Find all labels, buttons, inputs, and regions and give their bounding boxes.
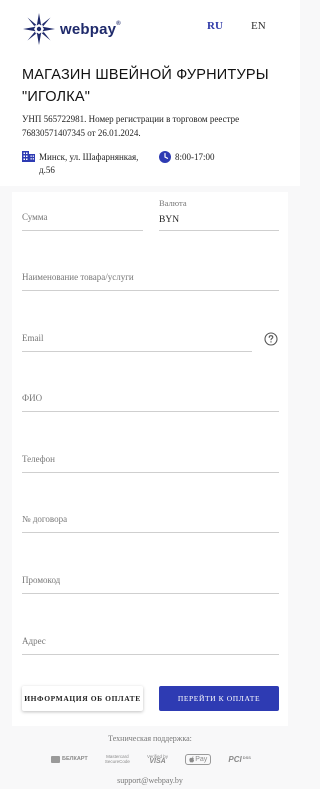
language-en-link[interactable]: EN [251,20,266,32]
currency-select[interactable]: BYN [159,215,179,225]
email-placeholder: Email [22,333,44,343]
verified-by-visa-badge: Verified by VISA [147,754,168,765]
contract-field[interactable]: № договора [22,508,279,533]
amount-underline [22,230,143,231]
address-field[interactable]: Адрес [22,630,279,655]
logo-text: webpay® [60,20,121,38]
pci-text: PCI [228,754,242,764]
belkart-badge: БЕЛКАРТ [51,755,88,763]
working-hours: 8:00-17:00 [159,151,215,163]
fio-placeholder: ФИО [22,393,43,403]
go-to-payment-button[interactable]: ПЕРЕЙТИ К ОПЛАТЕ [159,686,279,711]
hours-text: 8:00-17:00 [175,152,215,162]
contract-placeholder: № договора [22,514,68,524]
merchant-info: МАГАЗИН ШВЕЙНОЙ ФУРНИТУРЫ "ИГОЛКА" УНП 5… [0,56,300,186]
payment-form: Сумма Валюта BYN Наименование товара/усл… [12,192,288,726]
promo-underline [22,593,279,594]
product-underline [22,290,279,291]
promo-field[interactable]: Промокод [22,569,279,594]
address-underline [22,654,279,655]
clock-icon [159,151,171,163]
webpay-star-logo-icon [23,13,55,45]
building-icon [22,151,35,162]
currency-label: Валюта [159,198,187,208]
visa-line2: VISA [149,758,166,765]
product-field[interactable]: Наименование товара/услуги [22,266,279,291]
address-placeholder: Адрес [22,636,46,646]
apple-pay-text: Pay [195,755,208,763]
contract-underline [22,532,279,533]
email-field[interactable]: Email [22,327,252,352]
currency-underline [159,230,279,231]
phone-field[interactable]: Телефон [22,448,279,473]
address-text: Минск, ул. Шафарнянкая, д.56 [39,152,139,175]
mastercard-line2: SecureCode [104,759,130,764]
product-placeholder: Наименование товара/услуги [22,272,134,282]
payment-info-button[interactable]: ИНФОРМАЦИЯ ОБ ОПЛАТЕ [22,686,143,711]
phone-placeholder: Телефон [22,454,55,464]
payment-badges: БЕЛКАРТ Mastercard SecureCode Verified b… [51,749,251,769]
apple-pay-badge: Pay [185,753,212,765]
promo-placeholder: Промокод [22,575,61,585]
fio-underline [22,411,279,412]
header: webpay® RU EN [0,0,300,56]
registration-info: УНП 565722981. Номер регистрации в торго… [22,114,240,138]
amount-field[interactable]: Сумма [22,206,143,231]
support-label: Техническая поддержка: [108,734,192,743]
email-underline [22,351,252,352]
belkart-text: БЕЛКАРТ [62,756,88,762]
support-email-link[interactable]: support@webpay.by [0,776,300,785]
webpay-logo[interactable]: webpay® [22,12,121,46]
help-circle-icon[interactable] [264,332,278,346]
pci-dss-badge: PCI DSS [228,755,251,764]
language-ru-link[interactable]: RU [207,20,223,32]
mastercard-securecode-badge: Mastercard SecureCode [105,754,130,764]
shop-title: МАГАЗИН ШВЕЙНОЙ ФУРНИТУРЫ "ИГОЛКА" [22,67,269,105]
amount-placeholder: Сумма [22,212,48,222]
merchant-address: Минск, ул. Шафарнянкая, д.56 [22,151,139,177]
pci-dss-text: DSS [242,754,251,760]
phone-underline [22,472,279,473]
belkart-mark-icon [51,755,60,763]
fio-field[interactable]: ФИО [22,387,279,412]
